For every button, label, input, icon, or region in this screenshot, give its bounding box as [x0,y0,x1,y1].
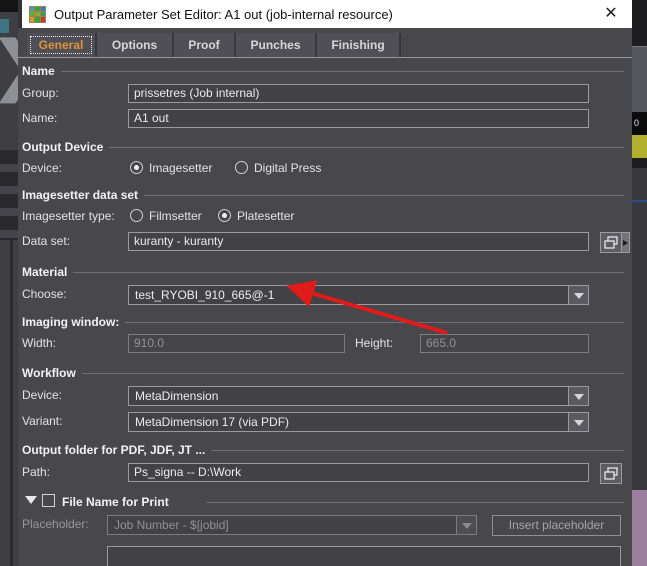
background-app-right-strip: 0 [632,0,647,566]
data-set-label: Data set: [22,234,71,248]
file-name-input[interactable] [107,546,621,566]
radio-platesetter-label: Platesetter [237,209,295,223]
device-label: Device: [22,161,63,175]
dialog-titlebar: Output Parameter Set Editor: A1 out (job… [22,0,632,28]
section-header-output-folder: Output folder for PDF, JDF, JT ... [22,443,624,457]
browse-icon [604,467,618,480]
close-icon[interactable]: ✕ [600,4,622,24]
path-label: Path: [22,465,51,479]
file-name-for-print-header: File Name for Print [62,495,169,509]
chevron-down-icon[interactable] [568,387,588,405]
section-header-name: Name [22,64,624,78]
tab-finishing[interactable]: Finishing [317,33,401,57]
workflow-variant-dropdown[interactable]: MetaDimension 17 (via PDF) [128,412,589,432]
radio-digital-press[interactable] [235,161,248,174]
data-set-browse-button[interactable] [600,232,622,253]
section-header-output-device: Output Device [22,140,624,154]
height-input: 665.0 [420,334,589,353]
width-label: Width: [22,336,57,350]
radio-digital-press-label: Digital Press [254,161,322,175]
workflow-device-label: Device: [22,388,63,402]
radio-platesetter[interactable] [218,209,231,222]
expander-icon[interactable] [25,496,37,510]
file-name-for-print-checkbox[interactable] [42,494,55,507]
tab-punches[interactable]: Punches [236,33,317,57]
group-input[interactable]: prissetres (Job internal) [128,84,589,103]
app-icon [29,5,46,23]
radio-imagesetter[interactable] [130,161,143,174]
background-chevron-shape: ❯ [0,28,18,103]
output-parameter-set-editor-dialog: General Options Proof Punches Finishing … [18,28,632,566]
data-set-input[interactable]: kuranty - kuranty [128,232,589,251]
browse-icon [604,236,618,249]
section-header-workflow: Workflow [22,366,624,380]
name-label: Name: [22,111,58,125]
section-header-imaging-window: Imaging window: [22,315,624,329]
workflow-variant-label: Variant: [22,414,63,428]
insert-placeholder-button: Insert placeholder [492,515,621,536]
chevron-down-icon[interactable] [568,413,588,431]
tab-proof[interactable]: Proof [174,33,236,57]
name-input[interactable]: A1 out [128,109,589,128]
section-header-material: Material [22,265,624,279]
chevron-down-icon [456,516,476,534]
material-choose-dropdown[interactable]: test_RYOBI_910_665@-1 [128,285,589,305]
background-fragment-text: 0 [632,112,647,135]
radio-filmsetter[interactable] [130,209,143,222]
imagesetter-type-label: Imagesetter type: [22,209,115,223]
choose-label: Choose: [22,287,67,301]
background-app-left-strip: ❯ [0,0,18,566]
tab-options[interactable]: Options [97,33,174,57]
chevron-down-icon[interactable] [568,286,588,304]
placeholder-label: Placeholder: [22,517,89,531]
tab-general[interactable]: General [27,33,97,57]
width-input: 910.0 [128,334,345,353]
tab-bar: General Options Proof Punches Finishing [27,33,401,57]
radio-imagesetter-label: Imagesetter [149,161,213,175]
path-input[interactable]: Ps_signa -- D:\Work [128,463,589,482]
workflow-device-dropdown[interactable]: MetaDimension [128,386,589,406]
group-label: Group: [22,86,59,100]
section-header-imagesetter-data-set: Imagesetter data set [22,188,624,202]
data-set-browse-arrow-button[interactable] [622,232,630,253]
path-browse-button[interactable] [600,463,622,484]
dialog-title: Output Parameter Set Editor: A1 out (job… [54,6,393,22]
placeholder-dropdown: Job Number - $[jobid] [107,515,477,535]
radio-filmsetter-label: Filmsetter [149,209,202,223]
height-label: Height: [355,336,394,350]
